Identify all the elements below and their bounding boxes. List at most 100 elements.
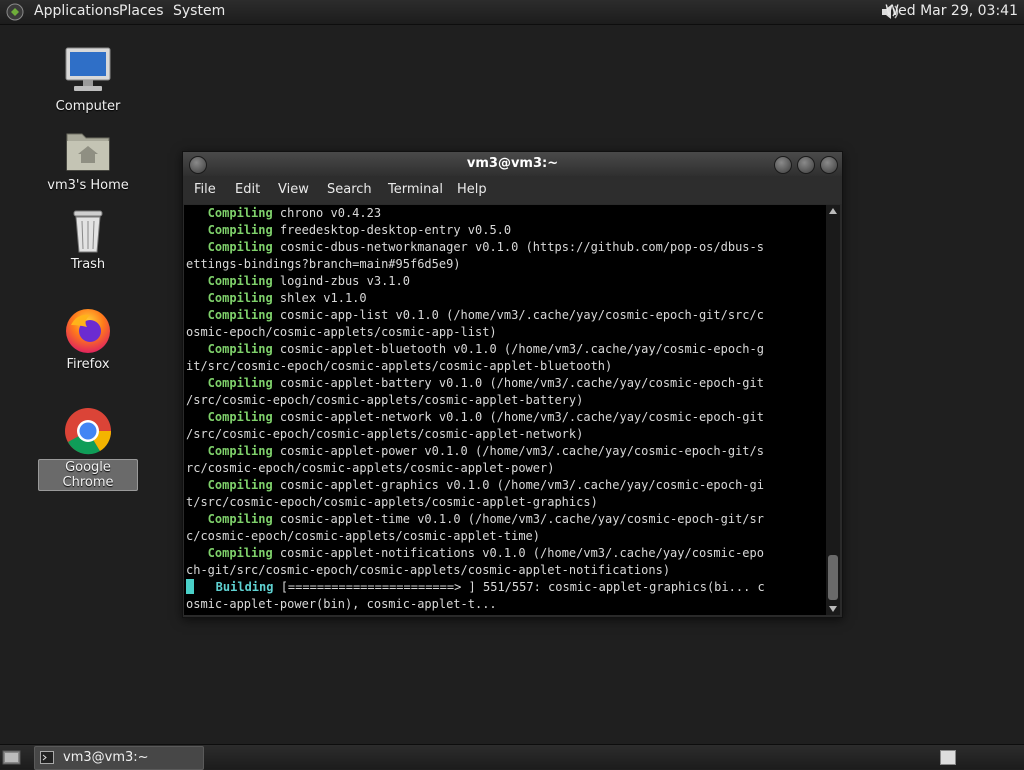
menu-applications[interactable]: Applications — [34, 3, 120, 19]
chrome-icon — [65, 408, 112, 455]
terminal-text: osmic-applet-power(bin), cosmic-applet-t… — [186, 597, 497, 611]
terminal-keyword: Compiling — [186, 291, 273, 305]
terminal-line: Compiling cosmic-applet-notifications v0… — [184, 545, 826, 562]
scroll-up-arrow-icon[interactable] — [829, 208, 837, 214]
desktop-icon-home[interactable]: vm3's Home — [38, 126, 138, 193]
workspace-switcher[interactable] — [940, 750, 956, 765]
desktop-icon-label: Computer — [55, 99, 121, 114]
terminal-line: osmic-applet-power(bin), cosmic-applet-t… — [184, 596, 826, 613]
terminal-text: logind-zbus v3.1.0 — [272, 274, 410, 288]
desktop-icon-label: Google Chrome — [38, 459, 138, 491]
terminal-line: Building [=======================> ] 551… — [184, 579, 826, 596]
terminal-line: Compiling cosmic-applet-time v0.1.0 (/ho… — [184, 511, 826, 528]
window-titlebar[interactable]: vm3@vm3:~ — [183, 152, 842, 176]
terminal-text: c/cosmic-epoch/cosmic-applets/cosmic-app… — [186, 529, 541, 543]
menu-file[interactable]: File — [194, 182, 216, 197]
menu-system[interactable]: System — [173, 3, 225, 19]
terminal-text: cosmic-applet-power v0.1.0 (/home/vm3/.c… — [272, 444, 764, 458]
terminal-text: rc/cosmic-epoch/cosmic-applets/cosmic-ap… — [186, 461, 555, 475]
terminal-text: ch-git/src/cosmic-epoch/cosmic-applets/c… — [186, 563, 671, 577]
terminal-text: ettings-bindings?branch=main#95f6d5e9) — [186, 257, 461, 271]
scrollbar-thumb[interactable] — [828, 555, 838, 600]
terminal-text: /src/cosmic-epoch/cosmic-applets/cosmic-… — [186, 393, 584, 407]
show-desktop-icon[interactable] — [2, 748, 22, 766]
terminal-text: cosmic-dbus-networkmanager v0.1.0 (https… — [272, 240, 764, 254]
terminal-text: cosmic-applet-battery v0.1.0 (/home/vm3/… — [272, 376, 764, 390]
terminal-text: osmic-epoch/cosmic-applets/cosmic-app-li… — [186, 325, 497, 339]
terminal-line: Compiling cosmic-app-list v0.1.0 (/home/… — [184, 307, 826, 324]
terminal-window[interactable]: vm3@vm3:~ File Edit View Search Terminal… — [182, 151, 843, 618]
terminal-line: Compiling shlex v1.1.0 — [184, 290, 826, 307]
desktop-icon-firefox[interactable]: Firefox — [38, 305, 138, 372]
home-folder-icon — [66, 133, 110, 171]
terminal-text: t/src/cosmic-epoch/cosmic-applets/cosmic… — [186, 495, 598, 509]
terminal-text: cosmic-applet-time v0.1.0 (/home/vm3/.ca… — [272, 512, 764, 526]
menu-places[interactable]: Places — [119, 3, 164, 19]
terminal-keyword: Compiling — [186, 546, 273, 560]
terminal-keyword: Compiling — [186, 308, 273, 322]
terminal-keyword: Compiling — [186, 223, 273, 237]
menu-edit[interactable]: Edit — [235, 182, 260, 197]
terminal-text: cosmic-applet-graphics v0.1.0 (/home/vm3… — [272, 478, 764, 492]
terminal-keyword: Compiling — [186, 206, 273, 220]
terminal-text: chrono v0.4.23 — [272, 206, 382, 220]
terminal-text: cosmic-applet-notifications v0.1.0 (/hom… — [272, 546, 764, 560]
desktop-icon-label: vm3's Home — [47, 178, 129, 193]
terminal-line: Compiling cosmic-applet-graphics v0.1.0 … — [184, 477, 826, 494]
terminal-keyword: Compiling — [186, 478, 273, 492]
terminal-line: Compiling cosmic-applet-power v0.1.0 (/h… — [184, 443, 826, 460]
minimize-button[interactable] — [774, 156, 792, 174]
terminal-line: osmic-epoch/cosmic-applets/cosmic-app-li… — [184, 324, 826, 341]
terminal-text: cosmic-applet-network v0.1.0 (/home/vm3/… — [272, 410, 764, 424]
computer-icon — [65, 47, 111, 91]
window-menu-button[interactable] — [189, 156, 207, 174]
top-panel: Applications Places System Wed Mar 29, 0… — [0, 0, 1024, 25]
terminal-text: /src/cosmic-epoch/cosmic-applets/cosmic-… — [186, 427, 584, 441]
text-cursor — [186, 579, 194, 594]
terminal-line: c/cosmic-epoch/cosmic-applets/cosmic-app… — [184, 528, 826, 545]
menu-terminal[interactable]: Terminal — [388, 182, 443, 197]
clock[interactable]: Wed Mar 29, 03:41 — [885, 3, 1018, 19]
desktop-icon-trash[interactable]: Trash — [38, 207, 138, 272]
desktop-icon-computer[interactable]: Computer — [38, 45, 138, 114]
terminal-line: Compiling cosmic-applet-battery v0.1.0 (… — [184, 375, 826, 392]
firefox-icon — [66, 309, 110, 353]
terminal-line: Compiling logind-zbus v3.1.0 — [184, 273, 826, 290]
scroll-down-arrow-icon[interactable] — [829, 606, 837, 612]
terminal-line: it/src/cosmic-epoch/cosmic-applets/cosmi… — [184, 358, 826, 375]
terminal-text: freedesktop-desktop-entry v0.5.0 — [272, 223, 512, 237]
terminal-keyword: Compiling — [186, 376, 273, 390]
maximize-button[interactable] — [797, 156, 815, 174]
terminal-output[interactable]: Compiling chrono v0.4.23 Compiling freed… — [184, 205, 826, 615]
menu-help[interactable]: Help — [457, 182, 487, 197]
terminal-line: Compiling chrono v0.4.23 — [184, 205, 826, 222]
terminal-text: shlex v1.1.0 — [272, 291, 367, 305]
terminal-line: t/src/cosmic-epoch/cosmic-applets/cosmic… — [184, 494, 826, 511]
terminal-text: it/src/cosmic-epoch/cosmic-applets/cosmi… — [186, 359, 613, 373]
terminal-line: ch-git/src/cosmic-epoch/cosmic-applets/c… — [184, 562, 826, 579]
taskbar-item-terminal[interactable]: vm3@vm3:~ — [34, 746, 204, 770]
terminal-keyword: Compiling — [186, 444, 273, 458]
terminal-icon — [40, 751, 54, 764]
terminal-line: ettings-bindings?branch=main#95f6d5e9) — [184, 256, 826, 273]
desktop-icon-label: Trash — [70, 257, 106, 272]
terminal-menubar: File Edit View Search Terminal Help — [183, 176, 842, 204]
terminal-line: Compiling freedesktop-desktop-entry v0.5… — [184, 222, 826, 239]
menu-search[interactable]: Search — [327, 182, 372, 197]
terminal-text: cosmic-applet-bluetooth v0.1.0 (/home/vm… — [272, 342, 764, 356]
terminal-keyword: Compiling — [186, 274, 273, 288]
terminal-keyword: Compiling — [186, 240, 273, 254]
terminal-text: [=======================> ] 551/557: cos… — [273, 580, 765, 594]
distro-logo-icon[interactable] — [6, 3, 24, 21]
desktop-icon-chrome[interactable]: Google Chrome — [38, 405, 138, 491]
bottom-panel: vm3@vm3:~ — [0, 744, 1024, 770]
terminal-line: Compiling cosmic-applet-network v0.1.0 (… — [184, 409, 826, 426]
terminal-text: cosmic-app-list v0.1.0 (/home/vm3/.cache… — [272, 308, 764, 322]
terminal-line: /src/cosmic-epoch/cosmic-applets/cosmic-… — [184, 426, 826, 443]
desktop-icon-label: Firefox — [66, 357, 110, 372]
terminal-scrollbar[interactable] — [826, 205, 840, 615]
menu-view[interactable]: View — [278, 182, 309, 197]
trash-icon — [73, 210, 103, 253]
taskbar-item-label: vm3@vm3:~ — [63, 750, 149, 765]
close-button[interactable] — [820, 156, 838, 174]
